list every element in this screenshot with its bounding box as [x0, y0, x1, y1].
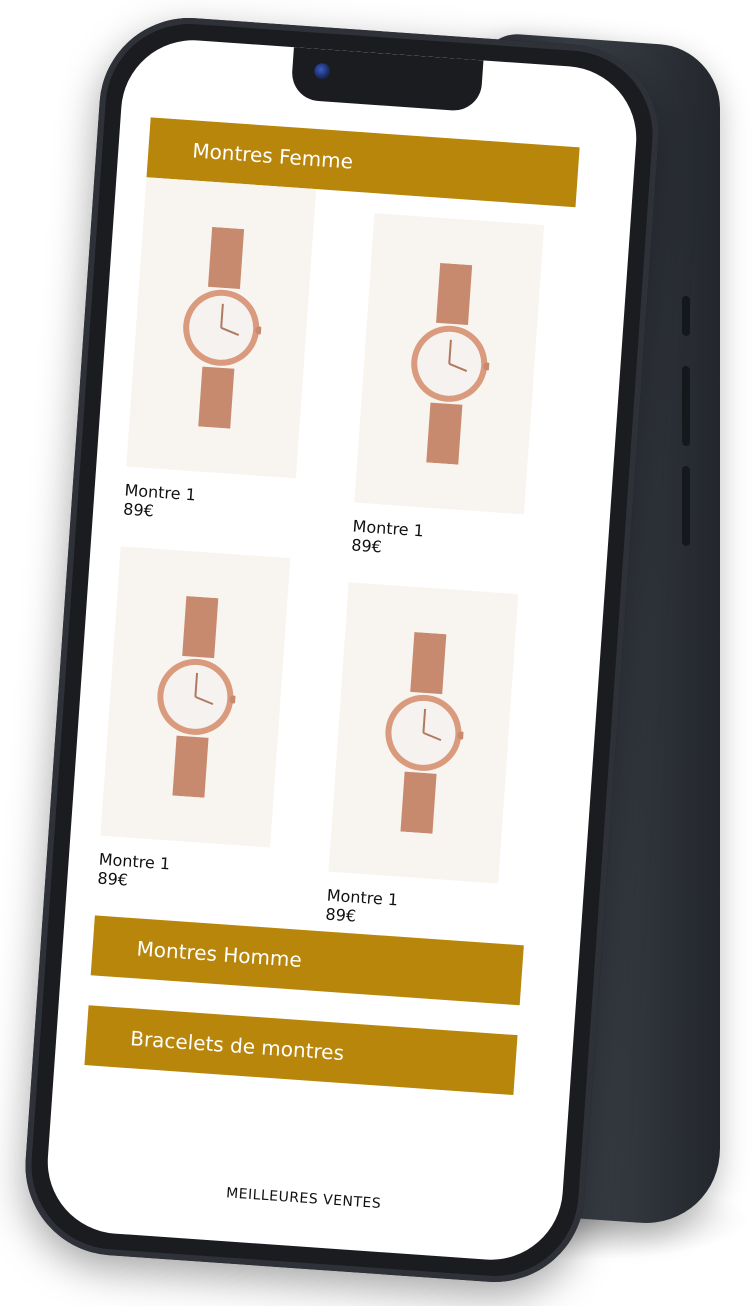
category-women-label: Montres Femme — [191, 138, 354, 174]
product-image — [100, 546, 291, 848]
category-bracelets-label: Bracelets de montres — [129, 1026, 345, 1066]
footer-label: MEILLEURES VENTES — [225, 1185, 382, 1213]
side-button — [682, 295, 690, 337]
volume-up-button — [682, 365, 690, 447]
watch-image — [183, 226, 264, 429]
category-bracelets-button[interactable]: Bracelets de montres — [84, 1005, 518, 1096]
phone-front: Montres Femme Montre 1 89€ Montre 1 89€ … — [19, 11, 665, 1289]
product-card[interactable]: Montre 1 89€ — [123, 177, 317, 530]
product-image — [354, 213, 545, 515]
watch-image — [157, 596, 238, 798]
product-image — [328, 582, 519, 884]
category-men-label: Montres Homme — [135, 936, 303, 972]
product-card[interactable]: Montre 1 89€ — [351, 213, 545, 566]
volume-down-button — [682, 465, 690, 547]
camera-icon — [313, 62, 331, 80]
product-image — [126, 177, 317, 479]
phone-screen: Montres Femme Montre 1 89€ Montre 1 89€ … — [42, 35, 642, 1265]
stage: Montres Femme Montre 1 89€ Montre 1 89€ … — [0, 0, 753, 1306]
product-card[interactable]: Montre 1 89€ — [97, 546, 291, 899]
product-card[interactable]: Montre 1 89€ — [325, 582, 519, 935]
watch-image — [411, 262, 492, 465]
footer-bestsellers[interactable]: MEILLEURES VENTES — [46, 1173, 562, 1225]
notch — [290, 47, 484, 113]
watch-image — [385, 632, 466, 834]
